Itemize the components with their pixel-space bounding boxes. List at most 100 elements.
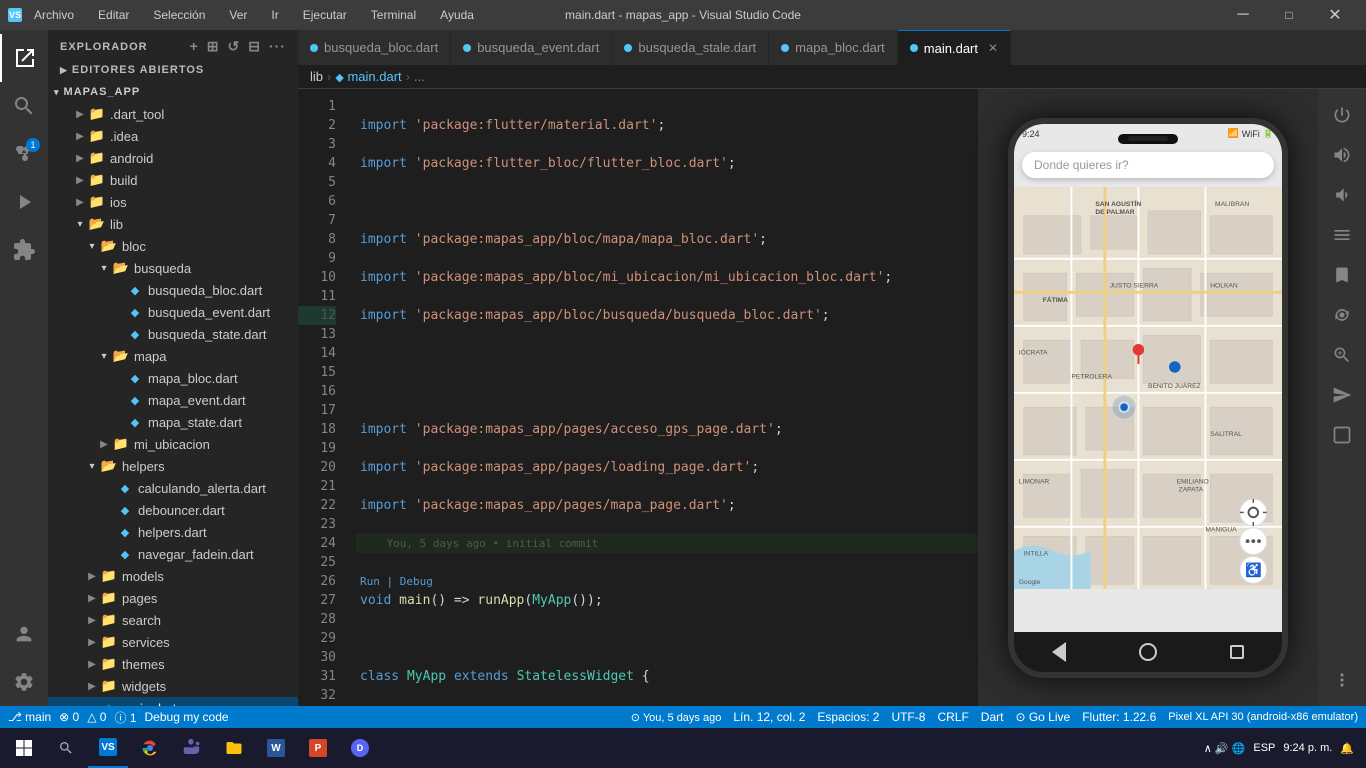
spaces-indicator[interactable]: Espacios: 2 — [817, 710, 879, 724]
taskbar-teams[interactable] — [172, 728, 212, 768]
tree-item-widgets[interactable]: ▶ 📁 widgets — [48, 675, 298, 697]
close-button[interactable]: ✕ — [1312, 0, 1358, 30]
tree-item-android[interactable]: ▶ 📁 android — [48, 147, 298, 169]
warning-count[interactable]: △ 0 — [87, 710, 106, 724]
tree-item-search[interactable]: ▶ 📁 search — [48, 609, 298, 631]
nav-recents-button[interactable] — [1227, 642, 1247, 662]
menu-terminal[interactable]: Terminal — [367, 8, 420, 22]
tree-item-ios[interactable]: ▶ 📁 ios — [48, 191, 298, 213]
map-search-bar[interactable]: Donde quieres ir? — [1022, 152, 1274, 178]
menu-ayuda[interactable]: Ayuda — [436, 8, 478, 22]
tree-item-dart-tool[interactable]: ▶ 📁 .dart_tool — [48, 103, 298, 125]
taskbar-time[interactable]: 9:24 p. m. — [1283, 742, 1332, 754]
language-indicator[interactable]: Dart — [981, 710, 1004, 724]
device-indicator[interactable]: Pixel XL API 30 (android-x86 emulator) — [1168, 711, 1358, 723]
tree-item-busqueda-event[interactable]: ▶ ◆ busqueda_event.dart — [48, 301, 298, 323]
taskbar-discord[interactable]: D — [340, 728, 380, 768]
settings-icon[interactable] — [0, 658, 48, 706]
taskbar-explorer[interactable] — [214, 728, 254, 768]
taskbar-system-icons[interactable]: ∧ 🔊 🌐 — [1204, 742, 1246, 755]
tree-item-services[interactable]: ▶ 📁 services — [48, 631, 298, 653]
tree-item-helpers-dart[interactable]: ▶ ◆ helpers.dart — [48, 521, 298, 543]
menu-ejecutar[interactable]: Ejecutar — [299, 8, 351, 22]
format-icon[interactable] — [1324, 217, 1360, 253]
tab-main-dart[interactable]: main.dart ✕ — [898, 30, 1011, 65]
taskbar-notification[interactable]: 🔔 — [1340, 742, 1354, 755]
code-content[interactable]: import 'package:flutter/material.dart'; … — [348, 89, 978, 706]
tree-item-mi-ubicacion[interactable]: ▶ 📁 mi_ubicacion — [48, 433, 298, 455]
taskbar-word[interactable]: W — [256, 728, 296, 768]
maximize-button[interactable]: □ — [1266, 0, 1312, 30]
screenshot-icon[interactable] — [1324, 297, 1360, 333]
zoom-in-icon[interactable] — [1324, 337, 1360, 373]
code-editor[interactable]: 12345 678910 1112 1314151617 1819202122 … — [298, 89, 978, 706]
error-count[interactable]: ⊗ 0 — [59, 710, 79, 724]
tree-item-bloc[interactable]: ▾ 📂 bloc — [48, 235, 298, 257]
volume-icon[interactable] — [1324, 137, 1360, 173]
source-control-icon[interactable]: 1 — [0, 130, 48, 178]
run-debug-icon[interactable] — [0, 178, 48, 226]
more-icon[interactable] — [1324, 662, 1360, 698]
tree-item-themes[interactable]: ▶ 📁 themes — [48, 653, 298, 675]
explorer-icon[interactable] — [0, 34, 48, 82]
tree-item-lib[interactable]: ▾ 📂 lib — [48, 213, 298, 235]
info-count[interactable]: ⓘ 1 — [114, 709, 136, 726]
editors-open-section[interactable]: ▶ EDITORES ABIERTOS — [48, 59, 298, 81]
windows-start-button[interactable] — [4, 728, 44, 768]
tree-item-idea[interactable]: ▶ 📁 .idea — [48, 125, 298, 147]
flutter-version[interactable]: Flutter: 1.22.6 — [1082, 710, 1156, 724]
taskbar-chrome[interactable] — [130, 728, 170, 768]
go-live-button[interactable]: ⊙ Go Live — [1015, 710, 1070, 724]
tree-item-busqueda[interactable]: ▾ 📂 busqueda — [48, 257, 298, 279]
menu-ir[interactable]: Ir — [267, 8, 282, 22]
minimize-button[interactable]: ─ — [1220, 0, 1266, 30]
tree-item-build[interactable]: ▶ 📁 build — [48, 169, 298, 191]
git-branch[interactable]: ⎇ main — [8, 710, 51, 724]
volume-up-icon[interactable] — [1324, 177, 1360, 213]
tree-item-navegar[interactable]: ▶ ◆ navegar_fadein.dart — [48, 543, 298, 565]
power-icon[interactable] — [1324, 97, 1360, 133]
new-file-icon[interactable]: + — [190, 38, 199, 55]
menu-seleccion[interactable]: Selección — [149, 8, 209, 22]
more-options-icon[interactable]: ··· — [269, 38, 286, 55]
tree-item-main-dart[interactable]: ▶ ◆ main.dart — [48, 697, 298, 706]
new-folder-icon[interactable]: ⊞ — [207, 38, 220, 55]
tree-item-mapa-event[interactable]: ▶ ◆ mapa_event.dart — [48, 389, 298, 411]
encoding-indicator[interactable]: UTF-8 — [891, 710, 925, 724]
extensions-icon[interactable] — [0, 226, 48, 274]
menu-ver[interactable]: Ver — [225, 8, 251, 22]
breadcrumb-lib[interactable]: lib — [310, 69, 323, 84]
taskbar-vscode[interactable]: VS — [88, 728, 128, 768]
bookmark-icon[interactable] — [1324, 257, 1360, 293]
menu-archivo[interactable]: Archivo — [30, 8, 78, 22]
menu-editar[interactable]: Editar — [94, 8, 133, 22]
tree-item-calculando[interactable]: ▶ ◆ calculando_alerta.dart — [48, 477, 298, 499]
tab-mapa-bloc[interactable]: mapa_bloc.dart — [769, 30, 898, 65]
tree-item-busqueda-bloc[interactable]: ▶ ◆ busqueda_bloc.dart — [48, 279, 298, 301]
tree-item-debouncer[interactable]: ▶ ◆ debouncer.dart — [48, 499, 298, 521]
close-tab-icon[interactable]: ✕ — [988, 41, 998, 55]
square-icon[interactable] — [1324, 417, 1360, 453]
line-ending-indicator[interactable]: CRLF — [937, 710, 968, 724]
nav-home-button[interactable] — [1138, 642, 1158, 662]
tree-item-mapa[interactable]: ▾ 📂 mapa — [48, 345, 298, 367]
taskbar-search[interactable] — [46, 728, 86, 768]
tab-busqueda-bloc[interactable]: busqueda_bloc.dart — [298, 30, 451, 65]
project-section[interactable]: ▾ MAPAS_APP — [48, 81, 298, 103]
taskbar-powerpoint[interactable]: P — [298, 728, 338, 768]
debug-label[interactable]: Debug my code — [145, 710, 229, 724]
cursor-position[interactable]: Lín. 12, col. 2 — [733, 710, 805, 724]
taskbar-language[interactable]: ESP — [1253, 742, 1275, 754]
tab-busqueda-stale[interactable]: busqueda_stale.dart — [612, 30, 769, 65]
account-icon[interactable] — [0, 610, 48, 658]
tree-item-helpers[interactable]: ▾ 📂 helpers — [48, 455, 298, 477]
search-activity-icon[interactable] — [0, 82, 48, 130]
tree-item-mapa-bloc[interactable]: ▶ ◆ mapa_bloc.dart — [48, 367, 298, 389]
refresh-icon[interactable]: ↺ — [228, 38, 241, 55]
tab-busqueda-event[interactable]: busqueda_event.dart — [451, 30, 612, 65]
tree-item-busqueda-state[interactable]: ▶ ◆ busqueda_state.dart — [48, 323, 298, 345]
send-icon[interactable] — [1324, 377, 1360, 413]
nav-back-button[interactable] — [1049, 642, 1069, 662]
tree-item-models[interactable]: ▶ 📁 models — [48, 565, 298, 587]
collapse-all-icon[interactable]: ⊟ — [248, 38, 261, 55]
